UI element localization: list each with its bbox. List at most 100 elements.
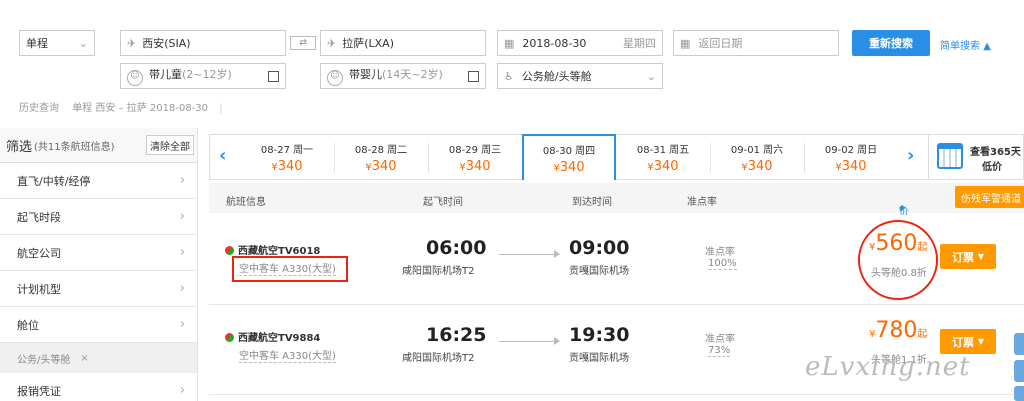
book-button[interactable]: 订票 ▼ [940, 329, 996, 354]
active-filter-tag: 公务/头等舱 × [0, 343, 197, 373]
active-filter-label: 公务/头等舱 [17, 354, 71, 366]
remove-filter-icon[interactable]: × [80, 353, 88, 364]
arrow-head [554, 337, 560, 345]
filter-airline[interactable]: 航空公司 › [0, 235, 197, 271]
header-flight: 航班信息 [226, 197, 266, 208]
date-cell-selected[interactable]: 08-30 周四 ¥340 [522, 134, 616, 180]
chevron-down-icon: ⌄ [646, 69, 656, 83]
date-label: 09-02 周日 [824, 145, 878, 156]
ontime-label: 准点率 [705, 334, 735, 345]
calendar-link-line1: 查看365天 [970, 147, 1021, 158]
date-cell[interactable]: 08-29 周三 ¥340 [428, 135, 522, 179]
header-ontime[interactable]: 准点率 [687, 193, 717, 208]
arrow-right-icon [499, 254, 559, 255]
filter-depart-time[interactable]: 起飞时段 › [0, 199, 197, 235]
price-highlight-circle [858, 220, 938, 300]
filter-receipt[interactable]: 报销凭证 › [0, 373, 197, 401]
infant-checkbox[interactable] [468, 70, 479, 82]
date-label: 08-31 周五 [636, 145, 690, 156]
filter-label: 舱位 [17, 318, 39, 332]
date-price: ¥340 [428, 159, 522, 174]
child-checkbox[interactable] [268, 70, 279, 82]
cabin-select[interactable]: ♿ 公务舱/头等舱 ⌄ [497, 63, 663, 89]
filter-label: 计划机型 [17, 282, 61, 296]
divider: | [219, 103, 223, 114]
return-date-placeholder: 返回日期 [698, 37, 743, 50]
book-label: 订票 [952, 250, 974, 264]
date-price-value: 340 [653, 159, 679, 174]
date-cell[interactable]: 08-31 周五 ¥340 [616, 135, 710, 179]
book-button[interactable]: 订票 ▼ [940, 244, 996, 269]
to-city-value: 拉萨(LXA) [342, 37, 394, 50]
date-cell[interactable]: 09-02 周日 ¥340 [804, 135, 898, 179]
arrow-right-icon [499, 341, 559, 342]
caret-down-icon: ▼ [977, 252, 984, 261]
date-label: 08-27 周一 [260, 145, 314, 156]
caret-down-icon: ▼ [977, 337, 984, 346]
ontime-label: 准点率 [705, 247, 735, 258]
calendar-low-price-link[interactable]: 查看365天 低价 [934, 141, 1024, 175]
watermark: eLvxing.net [805, 352, 971, 382]
floating-side-tab[interactable] [1014, 333, 1024, 355]
child-icon: ☺ [127, 70, 143, 86]
date-label: 09-01 周六 [730, 145, 784, 156]
from-city-input[interactable]: ✈ 西安(SIA) [120, 30, 286, 56]
date-price-value: 340 [371, 159, 397, 174]
divider [928, 135, 929, 179]
trip-type-select[interactable]: 单程 ⌄ [19, 30, 95, 56]
filter-direct[interactable]: 直飞/中转/经停 › [0, 163, 197, 199]
depart-date-group: ▦ 2018-08-30 [504, 37, 586, 50]
date-cell[interactable]: 08-27 周一 ¥340 [240, 135, 334, 179]
depart-weekday: 星期四 [623, 37, 656, 50]
search-button[interactable]: 重新搜索 [852, 30, 930, 56]
flight-price-value: 780 [875, 318, 918, 343]
airline-name: 西藏航空TV6018 [225, 242, 320, 257]
chevron-left-icon[interactable]: ‹ [219, 145, 226, 166]
depart-date-input[interactable]: ▦ 2018-08-30 星期四 [497, 30, 663, 56]
calendar-icon [937, 143, 963, 169]
filter-aircraft[interactable]: 计划机型 › [0, 271, 197, 307]
arrow-head [554, 250, 560, 258]
floating-side-tab[interactable] [1014, 386, 1024, 401]
depart-date-value: 2018-08-30 [522, 36, 587, 50]
calendar-icon: ▦ [680, 36, 691, 50]
infant-group: ☺ 带婴儿(14天~2岁) [327, 66, 443, 86]
military-channel-button[interactable]: 伤残军警通道 [955, 186, 1024, 208]
header-depart[interactable]: 起飞时间 [423, 193, 463, 208]
swap-cities-icon[interactable]: ⇄ [290, 36, 316, 50]
floating-side-tab[interactable] [1014, 360, 1024, 382]
airline-logo-icon [225, 333, 234, 342]
history-item[interactable]: 单程 西安 – 拉萨 2018-08-30 [72, 103, 208, 114]
filter-label: 起飞时段 [17, 210, 61, 224]
aircraft-type[interactable]: 空中客车 A330(大型) [239, 347, 336, 363]
date-cell[interactable]: 08-28 周二 ¥340 [334, 135, 428, 179]
header-arrive[interactable]: 到达时间 [572, 193, 612, 208]
date-cell[interactable]: 09-01 周六 ¥340 [710, 135, 804, 179]
child-label: 带儿童 [149, 68, 182, 81]
date-price-value: 340 [559, 160, 585, 175]
simple-search-link[interactable]: 简单搜索 ▲ [940, 37, 991, 52]
child-option[interactable]: ☺ 带儿童(2~12岁) [120, 63, 286, 89]
chevron-right-icon: › [179, 317, 185, 332]
date-price: ¥340 [616, 159, 710, 174]
date-label: 08-29 周三 [448, 145, 502, 156]
to-city-input[interactable]: ✈ 拉萨(LXA) [320, 30, 486, 56]
filter-cabin[interactable]: 舱位 › [0, 307, 197, 343]
ontime-value: 73% [708, 345, 731, 357]
history-label: 历史查询 [19, 103, 59, 114]
filter-label: 航空公司 [17, 246, 61, 260]
chevron-down-icon: ⌄ [78, 36, 88, 50]
airline-name: 西藏航空TV9884 [225, 329, 320, 344]
depart-airport: 咸阳国际机场T2 [402, 353, 475, 364]
child-age: (2~12岁) [182, 68, 232, 81]
plane-landing-icon: ✈ [327, 36, 337, 50]
clear-all-button[interactable]: 清除全部 [146, 135, 194, 155]
seat-icon: ♿ [504, 70, 514, 83]
return-date-input[interactable]: ▦ 返回日期 [673, 30, 839, 56]
infant-option[interactable]: ☺ 带婴儿(14天~2岁) [320, 63, 486, 89]
filter-label: 报销凭证 [17, 384, 61, 398]
airline-logo-icon [225, 246, 234, 255]
chevron-right-icon[interactable]: › [907, 145, 914, 166]
infant-icon: ☺ [327, 70, 343, 86]
history-bar: 历史查询 单程 西安 – 拉萨 2018-08-30 | [19, 99, 223, 114]
